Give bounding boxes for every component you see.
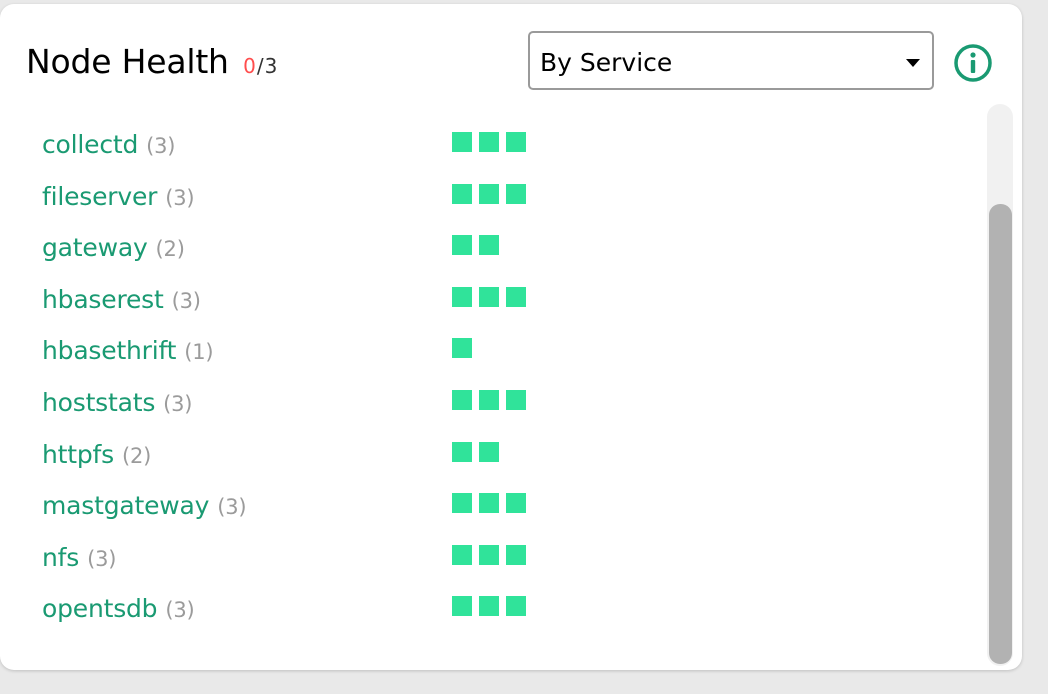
service-count: (1)	[184, 340, 214, 365]
node-status-box[interactable]	[452, 132, 472, 152]
count-separator: /	[256, 54, 265, 78]
service-count: (2)	[121, 443, 152, 468]
node-status-boxes	[452, 286, 526, 307]
node-status-box[interactable]	[506, 544, 526, 565]
service-link[interactable]: hbaserest (3)	[42, 285, 201, 314]
service-link[interactable]: hbasethrift (1)	[42, 336, 214, 366]
service-row: opentsdb (3)	[42, 588, 962, 640]
node-status-box[interactable]	[479, 596, 499, 617]
group-by-dropdown[interactable]: By Service	[528, 31, 934, 90]
node-status-box[interactable]	[479, 441, 499, 462]
service-count: (3)	[165, 598, 195, 623]
node-status-box[interactable]	[506, 183, 526, 204]
node-status-box[interactable]	[452, 338, 472, 359]
node-status-box[interactable]	[452, 544, 472, 565]
node-status-box[interactable]	[479, 544, 499, 565]
node-count: 0/3	[243, 54, 278, 78]
service-link[interactable]: collectd (3)	[42, 130, 175, 159]
node-status-box[interactable]	[452, 235, 472, 256]
node-status-boxes	[452, 132, 526, 152]
node-status-box[interactable]	[479, 235, 499, 256]
service-count: (3)	[217, 495, 247, 520]
node-status-box[interactable]	[452, 286, 472, 307]
scrollbar-thumb[interactable]	[989, 204, 1012, 664]
info-icon[interactable]	[953, 43, 993, 83]
node-status-box[interactable]	[506, 286, 526, 307]
service-name: hbasethrift	[42, 336, 177, 366]
service-link[interactable]: httpfs (2)	[42, 440, 151, 469]
node-status-box[interactable]	[452, 493, 472, 514]
service-row: mastgateway (3)	[42, 485, 962, 537]
service-list: collectd (3) fileserver (3) gateway (2) hbaser…	[42, 124, 962, 640]
node-status-boxes	[452, 235, 499, 256]
service-row: hbaserest (3)	[42, 279, 962, 331]
node-status-box[interactable]	[452, 596, 472, 617]
service-name: nfs	[42, 542, 80, 572]
node-status-box[interactable]	[479, 493, 499, 514]
node-status-boxes	[452, 338, 472, 359]
node-status-box[interactable]	[479, 183, 499, 204]
service-link[interactable]: hoststats (3)	[42, 387, 193, 417]
total-count: 3	[264, 54, 279, 78]
node-status-boxes	[452, 183, 526, 204]
service-row: gateway (2)	[42, 227, 962, 279]
service-row: hoststats (3)	[42, 382, 962, 434]
service-count: (2)	[155, 237, 185, 262]
service-link[interactable]: fileserver (3)	[42, 181, 195, 211]
node-health-card: Node Health 0/3 By Service collectd (3) fi…	[0, 4, 1022, 670]
service-count: (3)	[171, 288, 201, 313]
service-count: (3)	[165, 185, 195, 210]
group-by-value: By Service	[540, 48, 673, 77]
node-status-boxes	[452, 544, 526, 565]
service-count: (3)	[87, 546, 117, 571]
node-status-box[interactable]	[452, 183, 472, 204]
node-status-box[interactable]	[506, 132, 526, 152]
service-count: (3)	[146, 134, 176, 158]
service-name: gateway	[42, 233, 148, 263]
node-status-boxes	[452, 389, 526, 410]
node-status-box[interactable]	[506, 493, 526, 514]
node-status-boxes	[452, 441, 499, 462]
chevron-down-icon	[906, 59, 920, 67]
node-status-boxes	[452, 493, 526, 514]
service-name: httpfs	[42, 439, 114, 469]
node-status-box[interactable]	[452, 389, 472, 410]
node-status-box[interactable]	[452, 441, 472, 462]
service-row: httpfs (2)	[42, 434, 962, 486]
node-status-box[interactable]	[506, 389, 526, 410]
card-title: Node Health 0/3	[26, 42, 278, 81]
service-link[interactable]: opentsdb (3)	[42, 594, 195, 623]
service-name: fileserver	[42, 181, 158, 211]
node-status-boxes	[452, 596, 526, 617]
service-row: fileserver (3)	[42, 176, 962, 228]
node-status-box[interactable]	[479, 286, 499, 307]
title-text: Node Health	[26, 42, 229, 81]
service-name: hbaserest	[42, 284, 164, 314]
service-name: collectd	[42, 130, 139, 159]
service-link[interactable]: mastgateway (3)	[42, 491, 247, 521]
service-row: hbasethrift (1)	[42, 330, 962, 382]
service-row: collectd (3)	[42, 124, 962, 176]
service-name: opentsdb	[42, 594, 158, 624]
node-status-box[interactable]	[479, 389, 499, 410]
service-name: mastgateway	[42, 491, 210, 521]
node-status-box[interactable]	[506, 596, 526, 617]
service-name: hoststats	[42, 387, 156, 417]
failed-count: 0	[243, 54, 257, 78]
service-row: nfs (3)	[42, 537, 962, 589]
service-link[interactable]: nfs (3)	[42, 543, 116, 572]
node-status-box[interactable]	[479, 132, 499, 152]
service-link[interactable]: gateway (2)	[42, 233, 185, 262]
service-count: (3)	[163, 391, 193, 416]
